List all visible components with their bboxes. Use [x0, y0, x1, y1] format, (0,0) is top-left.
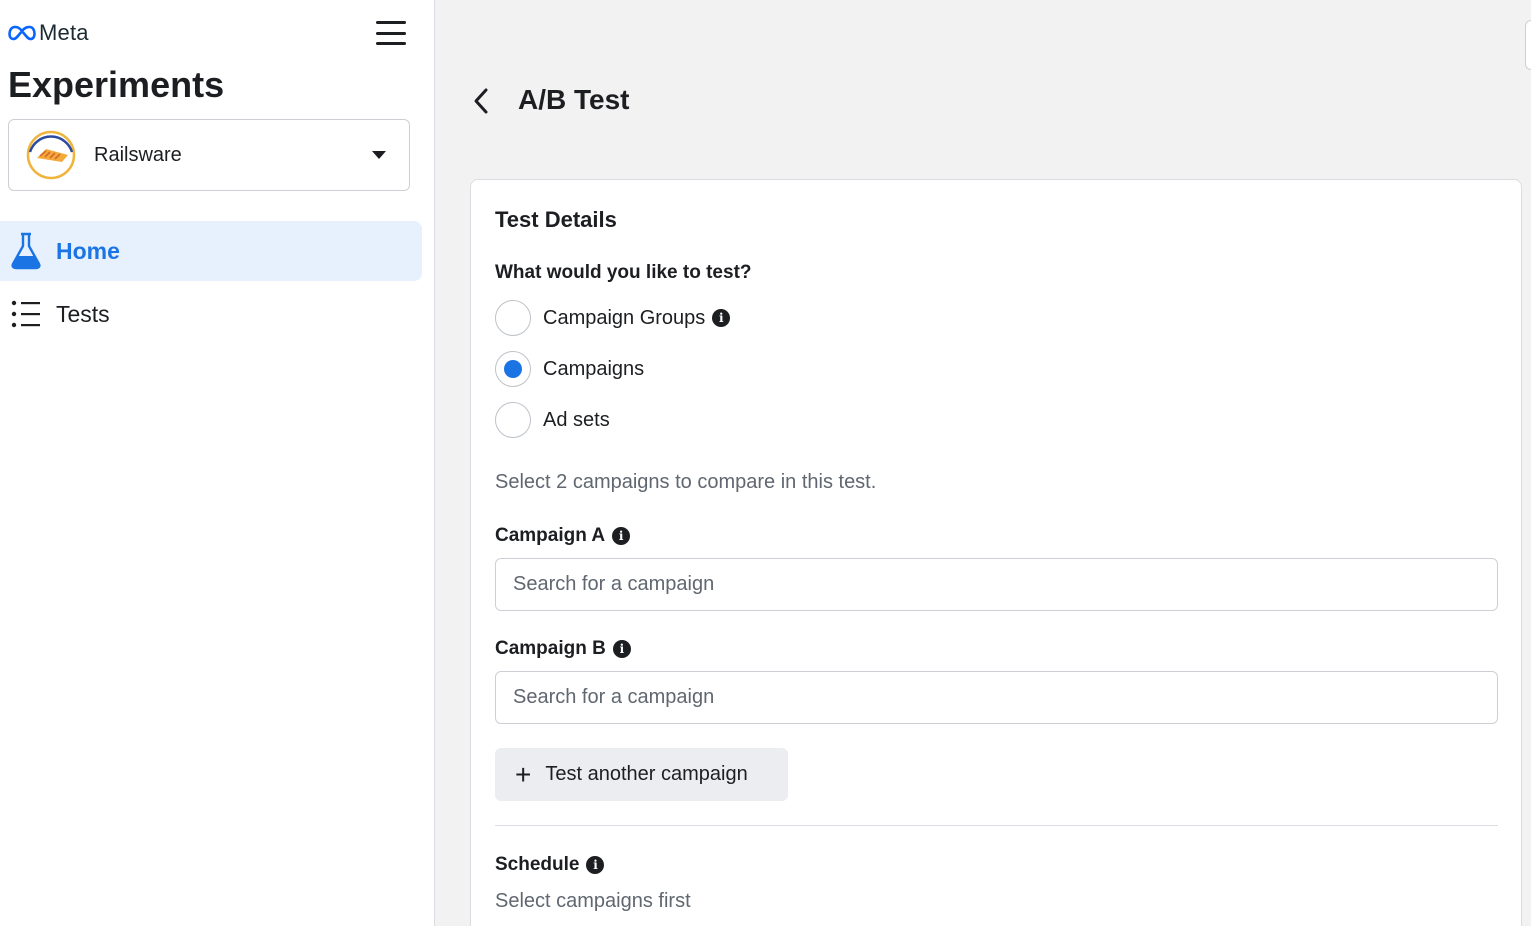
- schedule-label: Schedule i: [495, 854, 605, 876]
- radio-label: Campaigns: [543, 357, 645, 380]
- test-details-card: Test Details What would you like to test…: [470, 179, 1522, 926]
- plus-icon: +: [515, 758, 532, 790]
- menu-icon[interactable]: [376, 20, 406, 46]
- meta-logo-text: Meta: [39, 20, 89, 45]
- info-icon[interactable]: i: [586, 856, 605, 874]
- chevron-down-icon: [372, 151, 386, 159]
- radio-button[interactable]: [495, 402, 531, 438]
- card-title: Test Details: [495, 207, 617, 232]
- radio-button[interactable]: [495, 351, 531, 387]
- radio-label: Ad sets: [543, 408, 610, 431]
- info-icon[interactable]: i: [612, 527, 631, 545]
- test-type-question: What would you like to test?: [495, 262, 752, 283]
- panel-edge[interactable]: [1525, 20, 1531, 70]
- field-label-text: Campaign B: [495, 638, 606, 659]
- field-label-text: Schedule: [495, 854, 580, 875]
- sidebar-item-tests[interactable]: Tests: [0, 284, 422, 344]
- button-label: Test another campaign: [545, 763, 748, 785]
- campaign-b-label: Campaign B i: [495, 638, 631, 660]
- campaign-b-search-input[interactable]: [495, 671, 1498, 724]
- radio-ad-sets[interactable]: Ad sets: [495, 402, 610, 438]
- app-title: Experiments: [8, 64, 225, 105]
- info-icon[interactable]: i: [712, 309, 731, 327]
- campaign-a-search-input[interactable]: [495, 558, 1498, 611]
- test-another-campaign-button[interactable]: + Test another campaign: [495, 748, 788, 801]
- back-arrow-icon[interactable]: [466, 84, 496, 118]
- flask-icon: [10, 231, 42, 271]
- meta-logo[interactable]: Meta: [8, 20, 89, 45]
- radio-button[interactable]: [495, 300, 531, 336]
- radio-label: Campaign Groups: [543, 306, 706, 329]
- info-icon[interactable]: i: [612, 640, 631, 658]
- list-icon: [10, 294, 42, 334]
- field-label-text: Campaign A: [495, 525, 606, 546]
- schedule-subtext: Select campaigns first: [495, 890, 691, 912]
- sidebar-item-home[interactable]: Home: [0, 221, 422, 281]
- sidebar-item-label: Home: [56, 237, 120, 264]
- account-avatar: [26, 130, 76, 180]
- meta-infinity-icon: [8, 25, 36, 41]
- sidebar: Meta Experiments Railsware Home Tests: [0, 0, 435, 926]
- account-name: Railsware: [94, 143, 182, 166]
- helper-text: Select 2 campaigns to compare in this te…: [495, 471, 877, 493]
- sidebar-item-label: Tests: [56, 300, 110, 327]
- campaign-a-label: Campaign A i: [495, 525, 631, 547]
- radio-campaigns[interactable]: Campaigns: [495, 351, 644, 387]
- divider: [495, 825, 1498, 826]
- page-title: A/B Test: [518, 84, 630, 115]
- radio-campaign-groups[interactable]: Campaign Groups i: [495, 300, 731, 336]
- account-selector[interactable]: Railsware: [8, 119, 410, 191]
